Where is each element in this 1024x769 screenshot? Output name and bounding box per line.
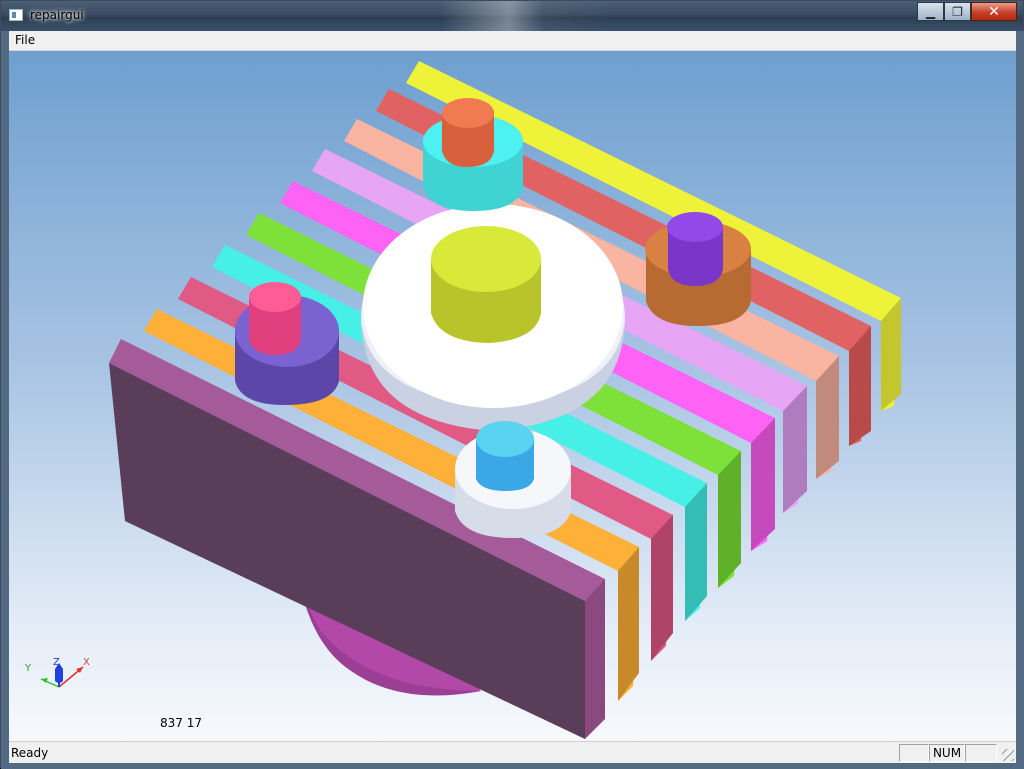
- status-pane-num: NUM: [929, 744, 965, 762]
- status-bar: Ready NUM: [9, 741, 1016, 763]
- title-bar[interactable]: repairgui ▁ ❐ ✕: [1, 1, 1023, 31]
- 3d-viewport[interactable]: Y Z X 837 17: [9, 51, 1016, 741]
- triad-x-label: X: [83, 657, 90, 668]
- maximize-button[interactable]: ❐: [944, 2, 971, 21]
- minimize-button[interactable]: ▁: [917, 2, 944, 21]
- status-pane-scroll: [965, 744, 997, 762]
- status-pane-caps: [899, 744, 929, 762]
- status-text: Ready: [11, 746, 49, 760]
- menu-bar: File: [9, 31, 1016, 51]
- 3d-model-render[interactable]: [9, 51, 1016, 741]
- menu-file[interactable]: File: [15, 33, 35, 47]
- coordinate-readout: 837 17: [160, 716, 202, 730]
- title-bar-glare: [441, 1, 611, 31]
- window-title: repairgui: [30, 8, 84, 22]
- window-frame-right: [1016, 31, 1024, 767]
- app-icon[interactable]: [9, 9, 23, 21]
- resize-grip[interactable]: [1002, 749, 1014, 761]
- window-frame-left: [1, 31, 9, 767]
- triad-y-label: Y: [25, 663, 32, 674]
- caption-buttons: ▁ ❐ ✕: [917, 2, 1017, 21]
- close-button[interactable]: ✕: [971, 2, 1017, 21]
- application-window: repairgui ▁ ❐ ✕ File Y Z X 837 17 Ready …: [0, 0, 1024, 769]
- window-frame-bottom: [1, 763, 1024, 769]
- triad-z-label: Z: [53, 657, 60, 668]
